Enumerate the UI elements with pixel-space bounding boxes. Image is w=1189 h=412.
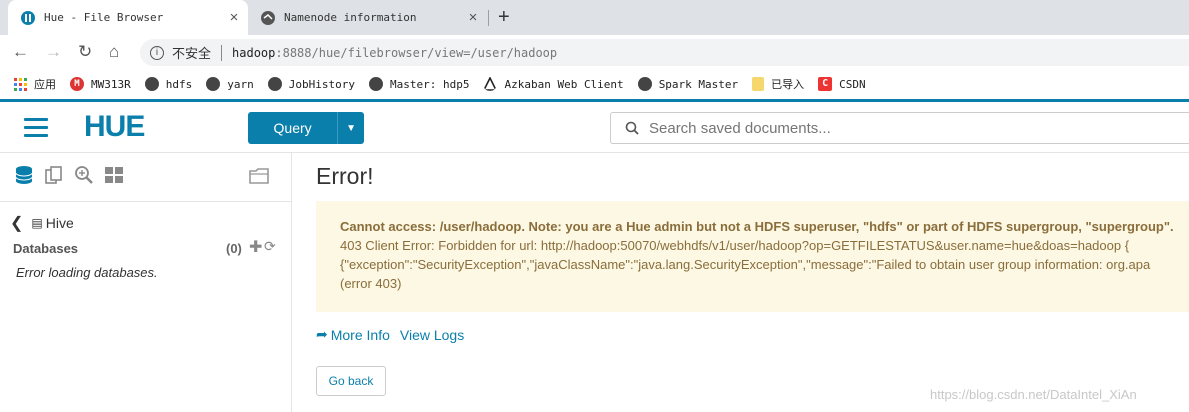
url-path: :8888/hue/filebrowser/view=/user/hadoop [275, 45, 558, 60]
bookmarks-bar: 应用 M MW313R hdfs yarn JobHistory Master:… [0, 69, 1189, 99]
caret-down-icon[interactable]: ▼ [337, 112, 364, 144]
folder-open-icon[interactable] [248, 165, 270, 185]
go-back-button[interactable]: Go back [316, 366, 386, 396]
globe-icon [144, 77, 159, 91]
panel-divider [0, 201, 291, 202]
query-button[interactable]: Query ▼ [248, 112, 364, 144]
bookmark-hdfs[interactable]: hdfs [144, 77, 193, 91]
hamburger-menu-icon[interactable] [24, 118, 48, 142]
bookmark-spark-master[interactable]: Spark Master [637, 77, 739, 91]
address-bar: ← → ↻ ⌂ i 不安全 hadoop:8888/hue/filebrowse… [0, 35, 1189, 69]
csdn-icon: C [818, 77, 833, 91]
hue-favicon-icon [21, 10, 35, 25]
chevron-left-icon: ❮ [10, 215, 24, 232]
close-tab-icon[interactable]: × [226, 9, 242, 26]
more-info-link[interactable]: More Info [331, 327, 390, 343]
refresh-icon[interactable]: ⟳ [264, 238, 276, 255]
error-links: ➦ More Info View Logs [316, 326, 464, 343]
bookmark-mw313r[interactable]: M MW313R [70, 77, 131, 91]
bookmark-label: Spark Master [658, 77, 739, 91]
new-tab-icon[interactable]: + [498, 6, 510, 29]
search-documents-box[interactable] [610, 112, 1189, 144]
alert-line-3: (error 403) [340, 276, 402, 291]
page-title: Error! [316, 163, 374, 189]
bookmark-label: MW313R [91, 77, 131, 91]
alert-line-2: {"exception":"SecurityException","javaCl… [340, 257, 1151, 272]
bookmark-jobhistory[interactable]: JobHistory [267, 77, 355, 91]
browser-tab-strip: Hue - File Browser × Namenode informatio… [0, 0, 1189, 35]
close-tab-icon[interactable]: × [465, 9, 481, 26]
folder-icon [752, 77, 765, 91]
bookmark-label: Master: hdp5 [389, 77, 470, 91]
view-logs-link[interactable]: View Logs [400, 327, 464, 343]
hive-back-link[interactable]: ❮ ▤ Hive [10, 213, 74, 233]
search-icon [625, 121, 639, 135]
url-separator [221, 44, 223, 61]
alert-line-1: 403 Client Error: Forbidden for url: htt… [340, 238, 1130, 253]
bookmark-imported[interactable]: 已导入 [752, 76, 804, 92]
url-host: hadoop [232, 45, 276, 60]
bookmark-label: 应用 [34, 79, 56, 91]
hue-logo[interactable]: HUE [84, 110, 145, 144]
globe-icon [261, 10, 275, 25]
globe-icon [368, 77, 383, 91]
server-icon: ▤ [31, 216, 43, 230]
back-arrow-icon[interactable]: ← [12, 42, 29, 62]
apps-grid-icon [14, 77, 27, 91]
database-icon[interactable] [14, 165, 34, 185]
search-tables-icon[interactable] [74, 165, 94, 185]
azkaban-icon [483, 77, 498, 91]
bookmark-master-hdp5[interactable]: Master: hdp5 [368, 77, 470, 91]
assist-source-icons [14, 165, 124, 185]
grid-icon[interactable] [104, 165, 124, 185]
bookmark-azkaban[interactable]: Azkaban Web Client [483, 77, 624, 91]
globe-icon [206, 77, 221, 91]
tab-namenode-information[interactable]: Namenode information × [252, 0, 487, 35]
bookmark-label: Azkaban Web Client [504, 77, 624, 91]
databases-error-text: Error loading databases. [16, 265, 158, 280]
bookmark-label: JobHistory [288, 77, 355, 91]
search-input[interactable] [647, 118, 1171, 138]
error-alert: Cannot access: /user/hadoop. Note: you a… [316, 201, 1189, 312]
tab-hue-file-browser[interactable]: Hue - File Browser × [8, 0, 248, 35]
url-field[interactable]: i 不安全 hadoop:8888/hue/filebrowser/view=/… [140, 39, 1189, 66]
globe-icon [637, 77, 652, 91]
tab-separator [488, 10, 489, 26]
watermark-text: https://blog.csdn.net/DataIntel_XiAn [930, 387, 1137, 402]
bookmark-csdn[interactable]: C CSDN [818, 77, 866, 91]
hue-navbar: HUE Query ▼ [0, 99, 1189, 153]
info-icon[interactable]: i [150, 45, 164, 60]
left-assist-panel: ❮ ▤ Hive Databases (0) ✚ ⟳ Error loading… [0, 153, 292, 412]
tab-title: Hue - File Browser [44, 11, 164, 24]
bookmark-label: CSDN [839, 77, 866, 91]
security-label: 不安全 [172, 46, 212, 61]
bookmark-label: hdfs [165, 77, 193, 91]
databases-count: (0) [226, 241, 242, 256]
plus-icon[interactable]: ✚ [249, 237, 262, 257]
mercury-router-icon: M [70, 77, 84, 91]
home-icon[interactable]: ⌂ [109, 42, 119, 62]
hive-label: Hive [45, 215, 74, 231]
databases-heading: Databases [13, 241, 79, 256]
reload-icon[interactable]: ↻ [78, 42, 92, 62]
files-icon[interactable] [44, 165, 64, 185]
query-button-label: Query [273, 120, 312, 136]
forward-arrow-icon[interactable]: → [45, 42, 62, 62]
alert-heading: Cannot access: /user/hadoop. Note: you a… [340, 219, 1174, 234]
share-arrow-icon: ➦ [316, 326, 328, 342]
bookmark-label: 已导入 [771, 79, 805, 91]
tab-title: Namenode information [284, 11, 417, 24]
bookmark-yarn[interactable]: yarn [206, 77, 254, 91]
bookmark-label: yarn [227, 77, 254, 91]
bookmark-apps[interactable]: 应用 [14, 76, 56, 92]
globe-icon [267, 77, 282, 91]
